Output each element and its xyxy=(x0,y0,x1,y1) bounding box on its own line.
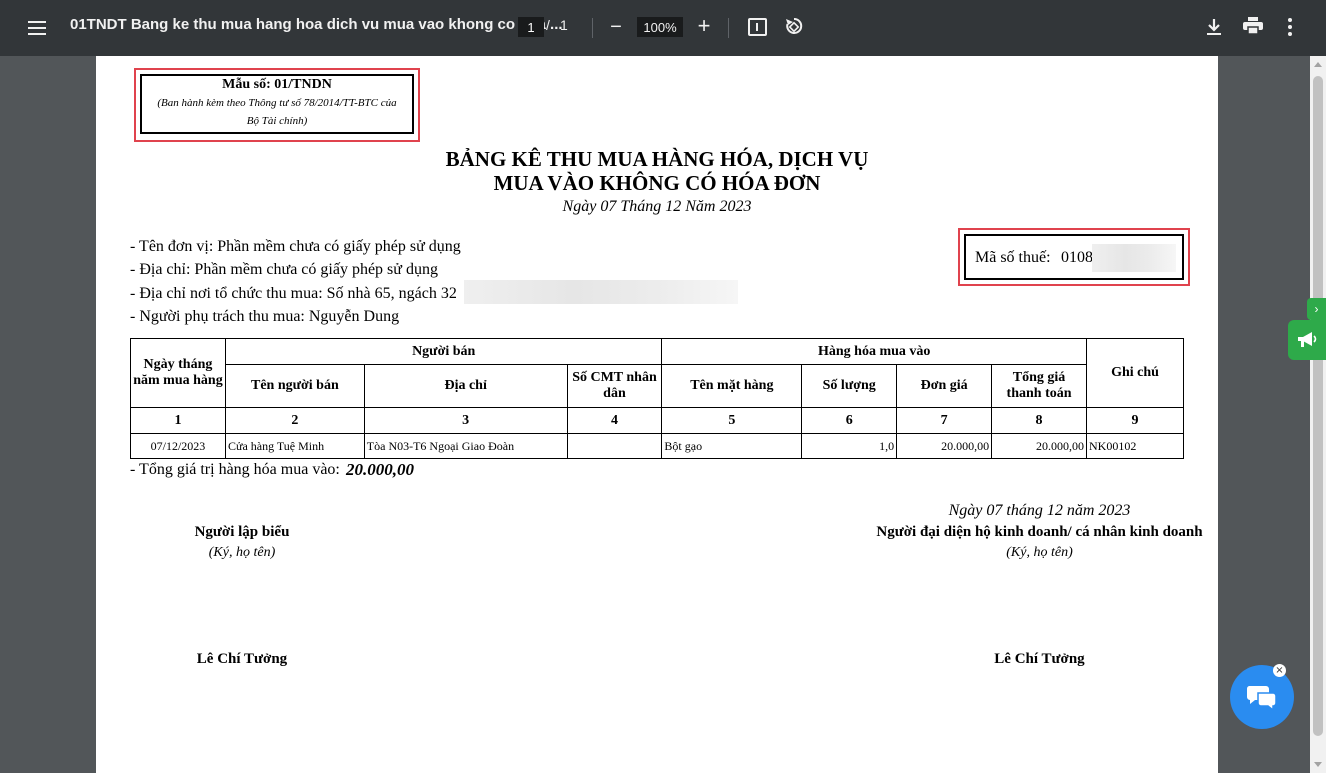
form-number: Mẫu số: 01/TNDN xyxy=(222,77,332,92)
purchase-address: - Địa chỉ nơi tổ chức thu mua: Số nhà 65… xyxy=(130,285,457,302)
header-address: Địa chỉ xyxy=(363,364,568,408)
cell-note: NK00102 xyxy=(1086,433,1184,459)
column-number: 2 xyxy=(224,407,365,434)
header-total: Tổng giá thanh toán xyxy=(991,364,1087,408)
report-title-line2: MUA VÀO KHÔNG CÓ HÓA ĐƠN xyxy=(493,171,821,195)
column-number: 8 xyxy=(991,407,1087,434)
column-number: 1 xyxy=(130,407,226,434)
form-issued-line2: Bộ Tài chính) xyxy=(246,115,308,127)
page-total: 1 xyxy=(560,17,568,33)
header-note: Ghi chú xyxy=(1086,338,1184,408)
cell-item: Bột gạo xyxy=(661,433,803,459)
representative-title: Người đại diện hộ kinh doanh/ cá nhân ki… xyxy=(876,524,1203,540)
unit-name: - Tên đơn vị: Phần mềm chưa có giấy phép… xyxy=(130,238,461,255)
purchaser-person: - Người phụ trách thu mua: Nguyễn Dung xyxy=(130,308,400,325)
page-separator: / xyxy=(546,17,550,33)
scroll-up-arrow-icon[interactable] xyxy=(1314,62,1322,67)
redacted-tax-code xyxy=(1092,244,1176,272)
zoom-level-input[interactable]: 100% xyxy=(637,17,683,37)
preparer-sign-hint: (Ký, họ tên) xyxy=(208,545,276,560)
download-icon[interactable] xyxy=(1203,14,1225,40)
cell-date: 07/12/2023 xyxy=(130,433,226,459)
chat-close-icon[interactable]: × xyxy=(1273,664,1286,677)
zoom-out-button[interactable]: − xyxy=(604,14,628,40)
print-icon[interactable] xyxy=(1242,16,1264,36)
header-date: Ngày tháng năm mua hàng xyxy=(130,338,226,408)
column-number: 9 xyxy=(1086,407,1184,434)
fit-page-icon[interactable] xyxy=(748,18,767,36)
column-number: 5 xyxy=(661,407,803,434)
scrollbar-thumb[interactable] xyxy=(1313,76,1323,736)
header-seller-name: Tên người bán xyxy=(224,364,365,408)
column-number: 4 xyxy=(566,407,663,434)
header-qty: Số lượng xyxy=(801,364,898,408)
announcement-icon[interactable] xyxy=(1288,320,1326,360)
toolbar-divider xyxy=(728,18,729,38)
representative-sign-hint: (Ký, họ tên) xyxy=(1006,545,1073,560)
vertical-scrollbar[interactable] xyxy=(1310,56,1326,773)
cell-id xyxy=(566,433,663,459)
signature-date: Ngày 07 tháng 12 năm 2023 xyxy=(948,502,1131,519)
report-date: Ngày 07 Tháng 12 Năm 2023 xyxy=(562,198,752,215)
cell-total: 20.000,00 xyxy=(991,433,1087,459)
scroll-down-arrow-icon[interactable] xyxy=(1314,762,1322,767)
unit-address: - Địa chỉ: Phần mềm chưa có giấy phép sử… xyxy=(130,261,438,278)
header-seller-group: Người bán xyxy=(224,338,663,365)
redacted-address xyxy=(464,280,738,304)
toolbar-divider xyxy=(592,18,593,38)
document-title: 01TNDT Bang ke thu mua hang hoa dich vu … xyxy=(70,16,563,33)
column-number: 3 xyxy=(363,407,568,434)
more-options-icon[interactable] xyxy=(1284,16,1296,38)
header-goods-group: Hàng hóa mua vào xyxy=(661,338,1087,365)
preparer-title: Người lập biểu xyxy=(194,524,290,540)
pdf-page: Mẫu số: 01/TNDN (Ban hành kèm theo Thông… xyxy=(96,56,1218,773)
cell-qty: 1,0 xyxy=(801,433,898,459)
rotate-icon[interactable] xyxy=(783,15,805,37)
header-item: Tên mặt hàng xyxy=(661,364,803,408)
tax-code-value: 0108 xyxy=(1061,249,1093,266)
total-value: 20.000,00 xyxy=(346,460,414,479)
representative-name: Lê Chí Tưởng xyxy=(994,651,1085,667)
table-row: 07/12/2023 Cửa hàng Tuệ Minh Tòa N03-T6 … xyxy=(130,433,1184,459)
expand-panel-icon[interactable]: › xyxy=(1307,298,1326,320)
pdf-toolbar: 01TNDT Bang ke thu mua hang hoa dich vu … xyxy=(0,0,1326,56)
header-id: Số CMT nhân dân xyxy=(566,364,663,408)
cell-price: 20.000,00 xyxy=(896,433,993,459)
column-number: 6 xyxy=(801,407,898,434)
preparer-name: Lê Chí Tưởng xyxy=(196,651,288,667)
tax-code-label: Mã số thuế: xyxy=(975,249,1051,266)
zoom-in-button[interactable]: + xyxy=(692,13,716,39)
report-title-line1: BẢNG KÊ THU MUA HÀNG HÓA, DỊCH VỤ xyxy=(445,147,869,171)
header-price: Đơn giá xyxy=(896,364,993,408)
page-number-input[interactable]: 1 xyxy=(518,17,544,37)
column-number: 7 xyxy=(896,407,993,434)
purchase-table: Ngày tháng năm mua hàng Người bán Hàng h… xyxy=(130,338,1184,459)
total-label: - Tổng giá trị hàng hóa mua vào: xyxy=(130,461,340,478)
form-issued-line1: (Ban hành kèm theo Thông tư số 78/2014/T… xyxy=(157,97,397,109)
cell-address: Tòa N03-T6 Ngoại Giao Đoàn xyxy=(363,433,568,459)
menu-icon[interactable] xyxy=(22,15,52,41)
cell-seller: Cửa hàng Tuệ Minh xyxy=(224,433,365,459)
